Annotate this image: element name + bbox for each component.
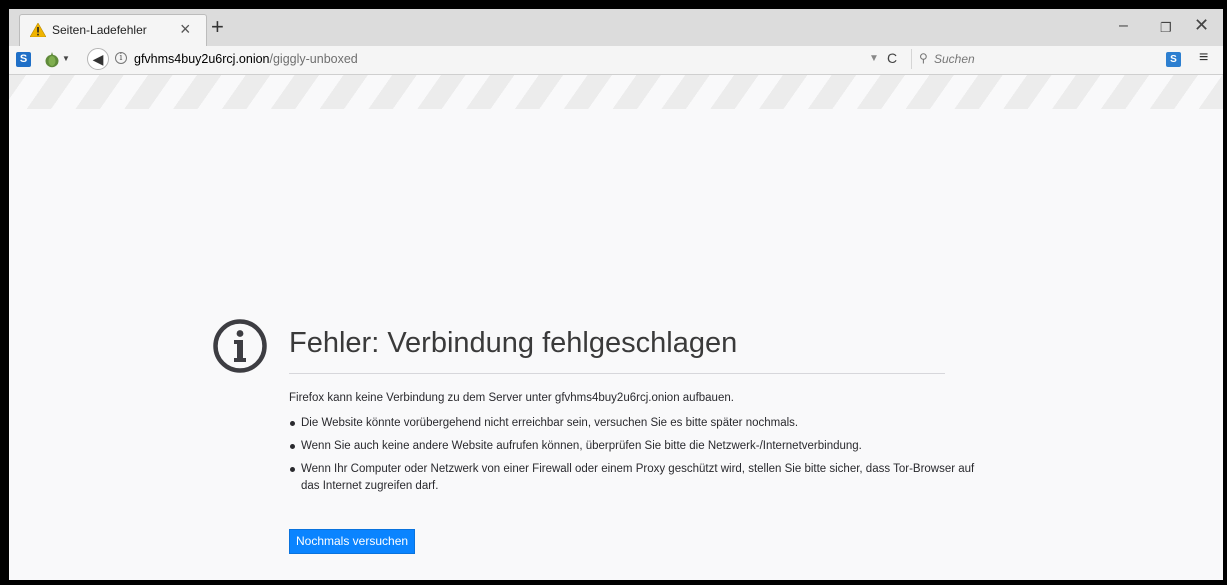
tab-strip: Seiten-Ladefehler × + – ❐ ✕ bbox=[9, 9, 1223, 46]
list-item: Wenn Sie auch keine andere Website aufru… bbox=[289, 438, 989, 455]
info-circle-icon bbox=[213, 319, 267, 373]
list-item: Die Website könnte vorübergehend nicht e… bbox=[289, 415, 989, 432]
tab-close-icon[interactable]: × bbox=[180, 18, 191, 40]
page-content: Fehler: Verbindung fehlgeschlagen Firefo… bbox=[9, 75, 1223, 580]
search-placeholder: Suchen bbox=[934, 52, 975, 66]
url-bar[interactable]: gfvhms4buy2u6rcj.onion/giggly-unboxed bbox=[134, 52, 358, 66]
tab-title: Seiten-Ladefehler bbox=[52, 23, 147, 37]
search-input[interactable]: ⚲ Suchen bbox=[911, 49, 1157, 69]
list-item: Wenn Ihr Computer oder Netzwerk von eine… bbox=[289, 461, 989, 495]
retry-button[interactable]: Nochmals versuchen bbox=[289, 529, 416, 554]
restore-button[interactable]: ❐ bbox=[1160, 19, 1172, 37]
s-extension-icon[interactable]: S bbox=[16, 52, 31, 67]
search-icon: ⚲ bbox=[919, 51, 928, 65]
tor-onion-icon[interactable] bbox=[43, 50, 61, 68]
url-dropdown-icon[interactable]: ▼ bbox=[869, 53, 879, 64]
url-path: /giggly-unboxed bbox=[269, 52, 358, 66]
reload-icon[interactable]: C bbox=[887, 50, 897, 66]
error-title: Fehler: Verbindung fehlgeschlagen bbox=[289, 327, 738, 359]
new-tab-button[interactable]: + bbox=[211, 16, 224, 38]
warning-stripes bbox=[9, 75, 1223, 109]
navigation-bar: S ▼ ◀ i gfvhms4buy2u6rcj.onion/giggly-un… bbox=[9, 46, 1223, 75]
close-window-button[interactable]: ✕ bbox=[1194, 16, 1209, 34]
extension-icon[interactable]: S bbox=[1166, 52, 1181, 67]
divider bbox=[289, 373, 945, 374]
error-suggestions: Die Website könnte vorübergehend nicht e… bbox=[289, 415, 989, 501]
warning-icon bbox=[30, 23, 46, 37]
browser-window: Seiten-Ladefehler × + – ❐ ✕ S ▼ ◀ i gfvh… bbox=[9, 9, 1223, 580]
hamburger-menu-icon[interactable]: ≡ bbox=[1199, 49, 1208, 67]
error-description: Firefox kann keine Verbindung zu dem Ser… bbox=[289, 392, 734, 404]
minimize-button[interactable]: – bbox=[1119, 17, 1128, 35]
back-button[interactable]: ◀ bbox=[87, 48, 109, 70]
url-host: gfvhms4buy2u6rcj.onion bbox=[134, 52, 270, 66]
info-icon[interactable]: i bbox=[115, 52, 127, 64]
tab-current[interactable]: Seiten-Ladefehler × bbox=[19, 14, 207, 46]
chevron-down-icon[interactable]: ▼ bbox=[62, 54, 70, 63]
